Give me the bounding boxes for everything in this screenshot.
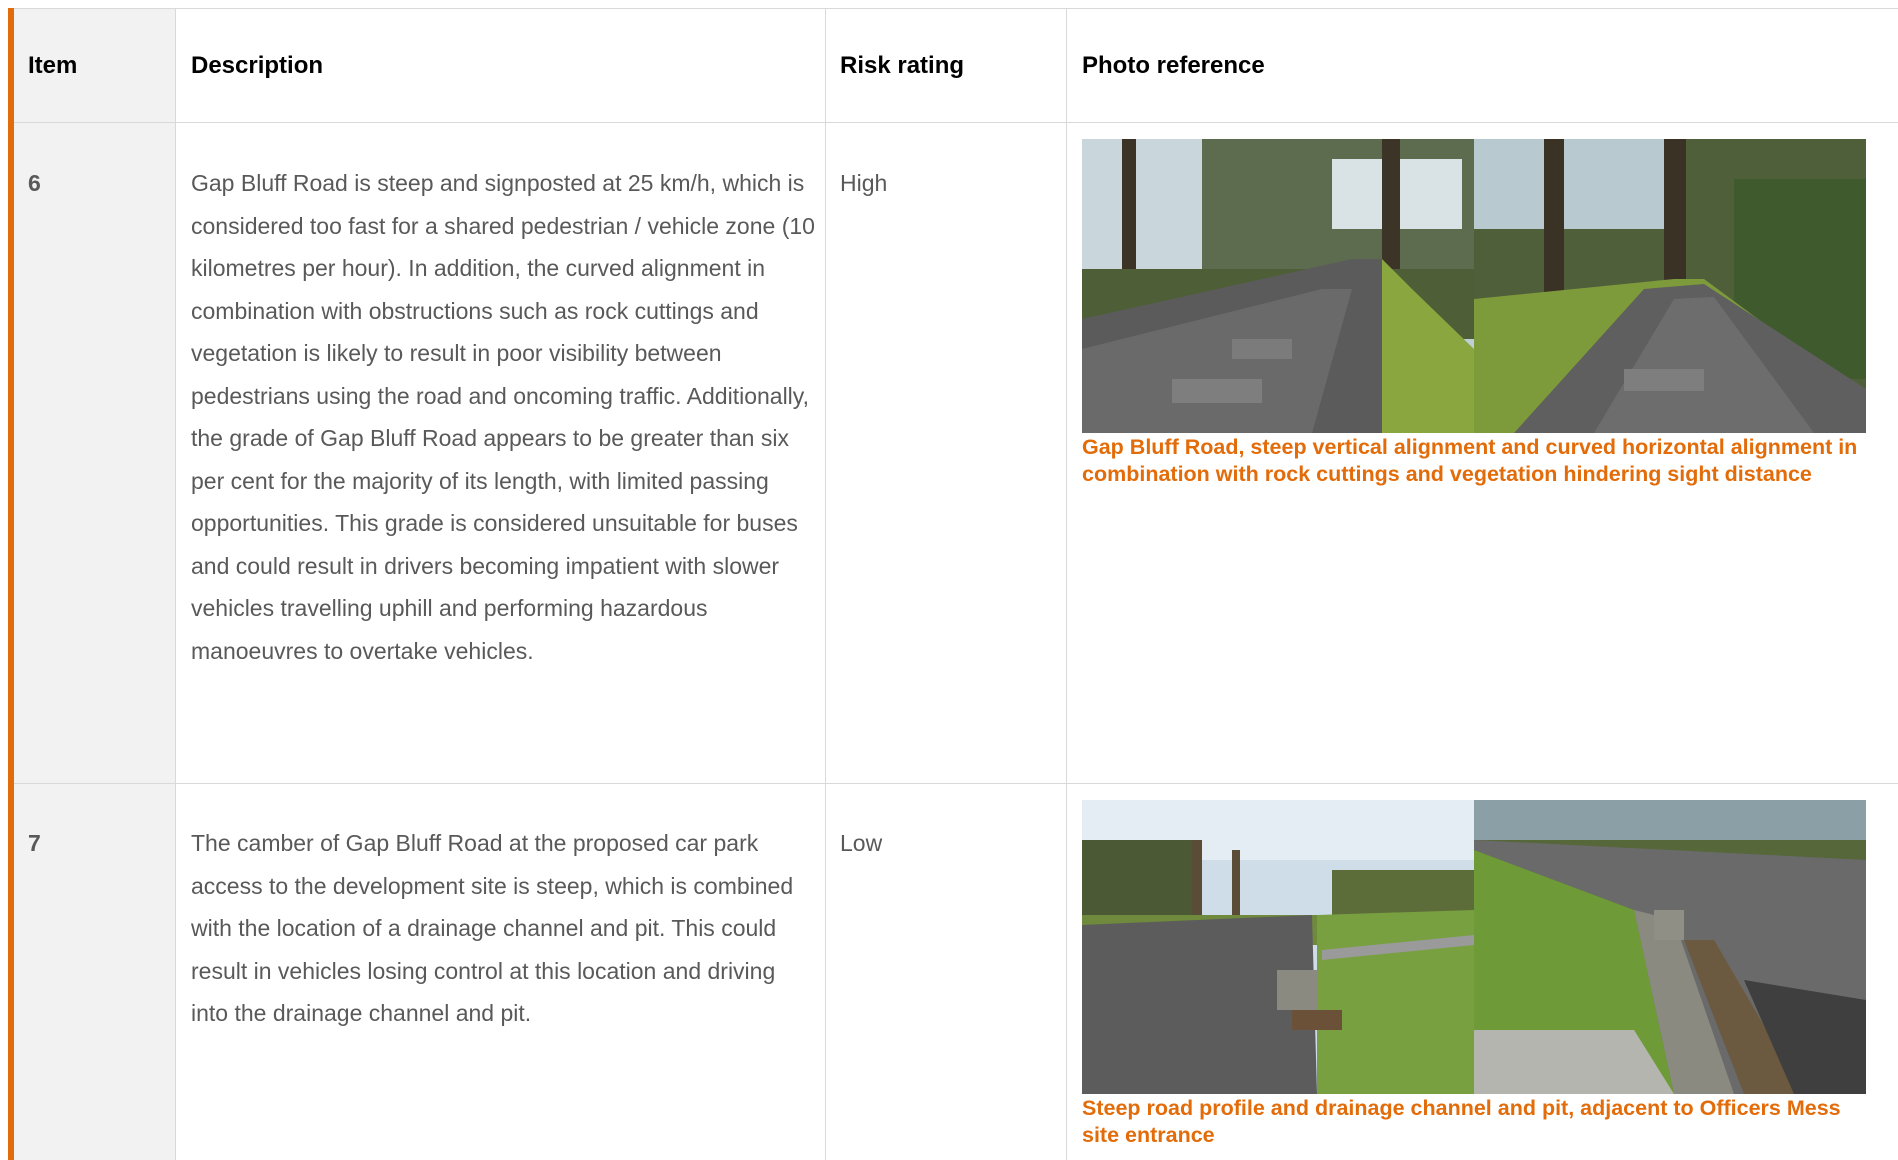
photo-caption: Gap Bluff Road, steep vertical alignment… — [1082, 435, 1858, 486]
camber-photo-right — [1474, 800, 1866, 1094]
risk-rating: Low — [840, 830, 883, 856]
grid-line — [825, 8, 826, 1160]
risk-rating: High — [840, 170, 888, 196]
grid-line — [14, 8, 1898, 9]
grid-line — [175, 8, 176, 1160]
road-photo-right — [1474, 139, 1866, 433]
grid-line — [1066, 8, 1067, 1160]
grid-line — [14, 783, 1898, 784]
description-text: Gap Bluff Road is steep and signposted a… — [191, 170, 815, 664]
header-description: Description — [191, 52, 324, 79]
header-item: Item — [28, 52, 78, 79]
road-photo-left — [1082, 139, 1474, 433]
photo-caption: Steep road profile and drainage channel … — [1082, 1096, 1841, 1147]
item-number: 7 — [28, 830, 41, 856]
header-photo-reference: Photo reference — [1082, 52, 1265, 79]
grid-line — [14, 122, 1898, 123]
description-text: The camber of Gap Bluff Road at the prop… — [191, 830, 794, 1026]
header-risk-rating: Risk rating — [840, 52, 965, 79]
camber-photo-left — [1082, 800, 1474, 1094]
item-number: 6 — [28, 170, 41, 196]
